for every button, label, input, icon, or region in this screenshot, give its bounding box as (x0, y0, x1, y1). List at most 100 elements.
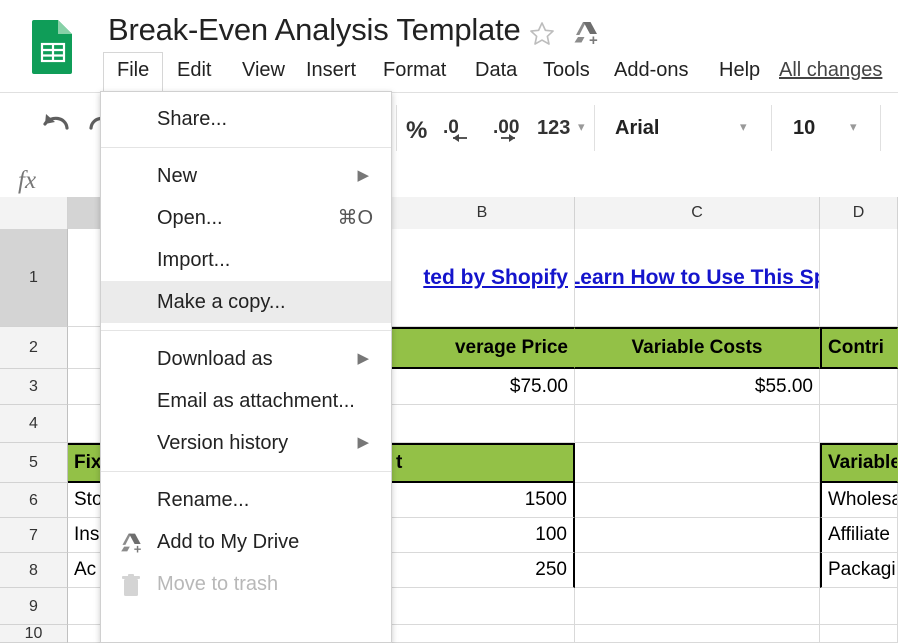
menu-add-ons[interactable]: Add-ons (600, 52, 703, 91)
cell-C3[interactable]: $55.00 (575, 369, 820, 405)
file-menu-item-label: Email as attachment... (157, 390, 355, 412)
percent-format-button[interactable]: % (406, 117, 427, 145)
cell-D10[interactable] (820, 625, 898, 643)
font-family-selector[interactable]: Arial (615, 117, 659, 140)
cell-D9[interactable] (820, 588, 898, 625)
file-menu-item-label: Open... (157, 207, 223, 229)
cell-C5[interactable] (575, 443, 820, 483)
cell-B10[interactable] (390, 625, 575, 643)
cell-D6[interactable]: Wholesa (820, 483, 898, 518)
menu-edit[interactable]: Edit (163, 52, 225, 91)
cell-C7[interactable] (575, 518, 820, 553)
row-header-8[interactable]: 8 (0, 553, 68, 588)
row-header-4[interactable]: 4 (0, 405, 68, 443)
file-menu-item-add-to-my-drive[interactable]: + Add to My Drive (101, 521, 391, 563)
cell-B8[interactable]: 250 (390, 553, 575, 588)
row-header-2[interactable]: 2 (0, 327, 68, 369)
file-menu-item-email-as-attachment[interactable]: Email as attachment... (101, 380, 391, 422)
cell-D1[interactable] (820, 229, 898, 327)
menu-help[interactable]: Help (705, 52, 774, 91)
fx-icon: fx (18, 167, 37, 194)
star-outline-icon[interactable] (528, 20, 556, 48)
file-menu-item-label: New (157, 165, 198, 187)
cell-C8[interactable] (575, 553, 820, 588)
all-changes-saved-link[interactable]: All changes (779, 52, 882, 91)
undo-arrow-icon[interactable] (36, 111, 72, 146)
decrease-decimal-button[interactable]: .0 (443, 117, 467, 142)
cell-B9[interactable] (390, 588, 575, 625)
cell-B3[interactable]: $75.00 (390, 369, 575, 405)
cell-B7[interactable]: 100 (390, 518, 575, 553)
cell-D7[interactable]: Affiliate (820, 518, 898, 553)
chevron-down-icon[interactable]: ▾ (740, 119, 747, 135)
row-header-1[interactable]: 1 (0, 229, 68, 327)
toolbar-divider (396, 105, 397, 151)
add-to-drive-icon: + (119, 530, 145, 557)
file-menu-item-open[interactable]: Open... ⌘O (101, 197, 391, 239)
svg-text:+: + (589, 32, 598, 48)
file-menu-item-label: Import... (157, 249, 231, 271)
column-header-C[interactable]: C (575, 197, 820, 229)
google-sheets-window: Break-Even Analysis Template + File Edit V… (0, 0, 898, 643)
file-menu-item-download-as[interactable]: Download as ▶ (101, 338, 391, 380)
toolbar-divider (771, 105, 772, 151)
number-format-button[interactable]: 123 (537, 117, 570, 140)
menu-view[interactable]: View (228, 52, 299, 91)
submenu-arrow-icon: ▶ (357, 350, 369, 367)
menu-format[interactable]: Format (369, 52, 460, 91)
select-all-corner[interactable] (0, 197, 68, 229)
file-menu-item-import[interactable]: Import... (101, 239, 391, 281)
row-header-5[interactable]: 5 (0, 443, 68, 483)
row-header-label: 4 (29, 415, 38, 432)
chevron-down-icon[interactable]: ▾ (850, 119, 857, 135)
row-header-10[interactable]: 10 (0, 625, 68, 643)
menu-insert[interactable]: Insert (292, 52, 370, 91)
file-menu-item-label: Rename... (157, 489, 250, 511)
increase-decimal-button[interactable]: .00 (493, 117, 519, 142)
menu-separator (101, 471, 391, 472)
column-header-D[interactable]: D (820, 197, 898, 229)
file-menu-item-label: Move to trash (157, 573, 279, 595)
file-menu-item-label: Share... (157, 108, 228, 130)
menu-tools[interactable]: Tools (529, 52, 604, 91)
row-header-label: 1 (29, 269, 38, 286)
menu-data[interactable]: Data (461, 52, 531, 91)
cell-B1[interactable]: ted by Shopify (390, 229, 575, 327)
column-header-B[interactable]: B (390, 197, 575, 229)
cell-C9[interactable] (575, 588, 820, 625)
cell-B6[interactable]: 1500 (390, 483, 575, 518)
cell-D5[interactable]: Variable (820, 443, 898, 483)
toolbar-divider (594, 105, 595, 151)
cell-C10[interactable] (575, 625, 820, 643)
cell-C4[interactable] (575, 405, 820, 443)
cell-B4[interactable] (390, 405, 575, 443)
keyboard-shortcut: ⌘O (337, 207, 373, 229)
font-size-selector[interactable]: 10 (793, 117, 815, 140)
cell-C2[interactable]: Variable Costs (575, 327, 820, 369)
file-menu-item-new[interactable]: New ▶ (101, 155, 391, 197)
file-menu-item-move-to-trash: Move to trash (101, 563, 391, 605)
menu-file[interactable]: File (103, 52, 164, 92)
chevron-down-icon[interactable]: ▾ (578, 119, 585, 135)
cell-C1[interactable]: Learn How to Use This Sp (575, 229, 820, 327)
row-header-label: 9 (29, 598, 38, 615)
file-menu-item-make-a-copy[interactable]: Make a copy... (101, 281, 391, 323)
file-menu-item-rename[interactable]: Rename... (101, 479, 391, 521)
row-header-9[interactable]: 9 (0, 588, 68, 625)
cell-C6[interactable] (575, 483, 820, 518)
file-menu-item-version-history[interactable]: Version history ▶ (101, 422, 391, 464)
row-header-label: 6 (29, 492, 38, 509)
row-header-7[interactable]: 7 (0, 518, 68, 553)
cell-D2[interactable]: Contri (820, 327, 898, 369)
file-menu-dropdown[interactable]: Share... New ▶ Open... ⌘O Import... Make a cop… (100, 91, 392, 643)
cell-D3[interactable] (820, 369, 898, 405)
document-title[interactable]: Break-Even Analysis Template (108, 12, 521, 48)
cell-D4[interactable] (820, 405, 898, 443)
cell-B5[interactable]: t (390, 443, 575, 483)
cell-B2[interactable]: verage Price (390, 327, 575, 369)
cell-D8[interactable]: Packagi (820, 553, 898, 588)
add-to-drive-icon[interactable]: + (572, 20, 602, 49)
row-header-3[interactable]: 3 (0, 369, 68, 405)
row-header-6[interactable]: 6 (0, 483, 68, 518)
file-menu-item-share[interactable]: Share... (101, 98, 391, 140)
